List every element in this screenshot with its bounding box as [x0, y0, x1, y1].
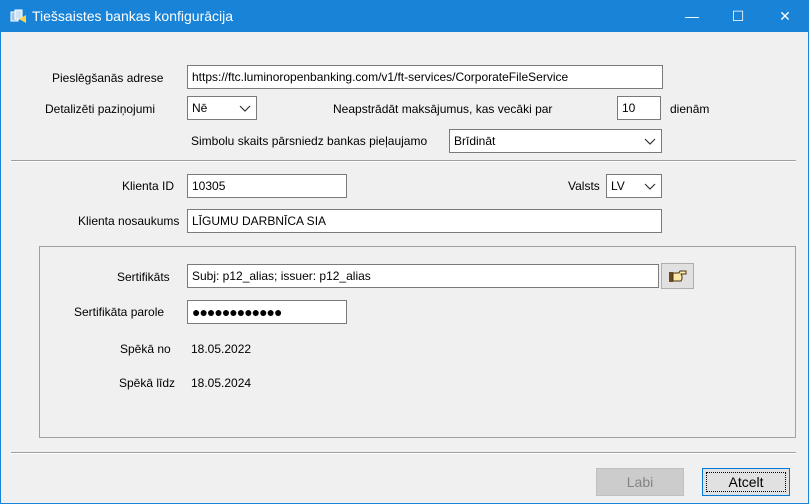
symbols-value: Brīdināt [454, 134, 496, 148]
client-id-label: Klienta ID [122, 179, 175, 193]
country-value: LV [611, 179, 625, 193]
notifications-label: Detalizēti paziņojumi [45, 102, 156, 116]
address-label: Pieslēgšanās adrese [52, 71, 164, 85]
chevron-down-icon [644, 138, 656, 145]
certificate-field[interactable]: Subj: p12_alias; issuer: p12_alias [187, 264, 659, 288]
minimize-button[interactable]: — [669, 1, 715, 32]
notifications-value: Nē [192, 101, 208, 115]
divider [11, 160, 796, 162]
app-icon [10, 9, 26, 23]
dialog-window: Tiešsaistes bankas konfigurācija — ☐ ✕ P… [0, 0, 809, 504]
focus-indicator [706, 472, 786, 492]
symbols-select[interactable]: Brīdināt [449, 129, 662, 153]
password-label: Sertifikāta parole [74, 305, 165, 319]
address-field[interactable]: https://ftc.luminoropenbanking.com/v1/ft… [187, 65, 663, 89]
valid-to-label: Spēkā līdz [119, 376, 176, 390]
country-label: Valsts [568, 179, 600, 193]
client-name-label: Klienta nosaukums [78, 214, 180, 228]
days-suffix-label: dienām [670, 102, 710, 116]
maximize-button[interactable]: ☐ [715, 1, 761, 32]
unprocessed-label: Neapstrādāt maksājumus, kas vecāki par [333, 102, 553, 116]
client-name-field[interactable]: LĪGUMU DARBNĪCA SIA [187, 209, 662, 233]
chevron-down-icon [644, 183, 656, 190]
symbols-label: Simbolu skaits pārsniedz bankas pieļauja… [191, 134, 428, 148]
unprocessed-days-field[interactable]: 10 [617, 96, 661, 120]
close-button[interactable]: ✕ [762, 1, 808, 32]
client-id-field[interactable]: 10305 [187, 174, 347, 198]
pointing-hand-icon [669, 270, 687, 282]
certificate-label: Sertifikāts [117, 270, 170, 284]
valid-to-value: 18.05.2024 [191, 376, 252, 390]
bottom-divider [11, 452, 796, 454]
certificate-pick-button[interactable] [661, 263, 694, 289]
cancel-button[interactable]: Atcelt [702, 468, 790, 496]
valid-from-label: Spēkā no [120, 342, 171, 356]
valid-from-value: 18.05.2022 [191, 342, 252, 356]
ok-button[interactable]: Labi [596, 468, 684, 496]
country-select[interactable]: LV [606, 174, 662, 198]
window-title: Tiešsaistes bankas konfigurācija [32, 8, 234, 24]
notifications-select[interactable]: Nē [187, 96, 257, 120]
title-bar[interactable]: Tiešsaistes bankas konfigurācija — ☐ ✕ [1, 1, 808, 32]
chevron-down-icon [239, 105, 251, 112]
password-field[interactable]: ●●●●●●●●●●●● [187, 300, 347, 324]
